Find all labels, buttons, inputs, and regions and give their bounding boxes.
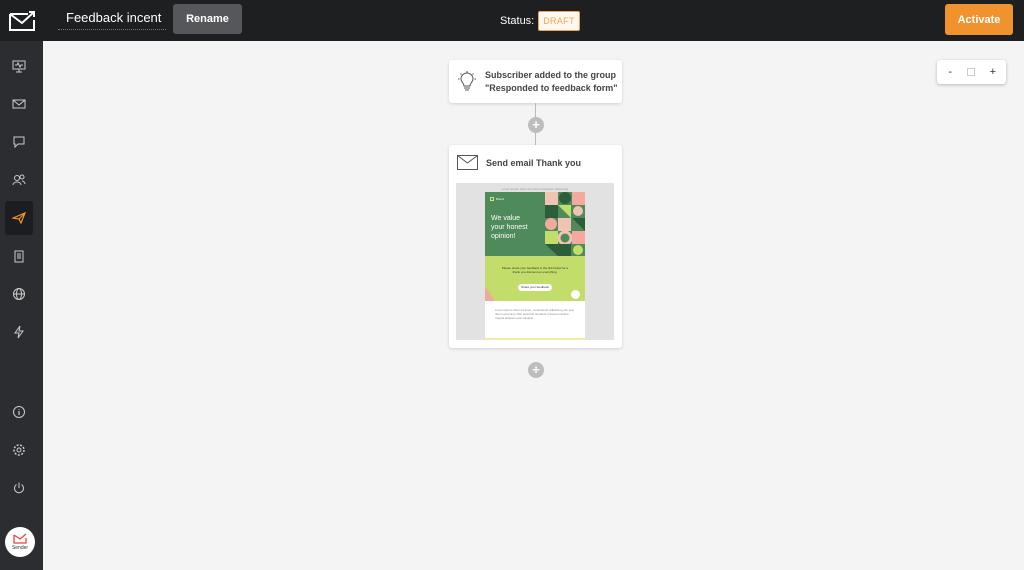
logo[interactable] [0, 0, 43, 41]
email-body-text: Lorem ipsum dolor sit amet, consectetur … [495, 308, 574, 320]
trigger-line-1: Subscriber added to the group [485, 69, 617, 80]
add-step-button[interactable]: + [528, 117, 544, 133]
zoom-controls: - + [937, 60, 1006, 84]
envelope-logo-icon [8, 10, 35, 31]
status-indicator: Status: DRAFT [500, 11, 580, 31]
preview-preheader: Lorem ipsum dolor sit amet consectetur a… [501, 187, 569, 191]
brand-name: Brand [496, 197, 505, 201]
rename-button[interactable]: Rename [173, 4, 242, 34]
decorative-circle [571, 290, 580, 299]
geometric-pattern-image [545, 192, 585, 256]
trigger-node[interactable]: Subscriber added to the group "Responded… [449, 60, 622, 103]
zoom-in-button[interactable]: + [984, 66, 1002, 78]
trigger-line-2: "Responded to feedback form" [485, 82, 618, 93]
connector-line [535, 133, 536, 145]
campaign-name-input[interactable] [58, 8, 166, 30]
email-feedback-section: Please share your feedback in the link b… [485, 256, 585, 301]
zoom-fit-icon[interactable] [967, 68, 976, 76]
hero-line-1: We value [491, 215, 521, 222]
chat-icon [13, 136, 25, 149]
sender-logo-icon [13, 533, 27, 544]
trigger-description: Subscriber added to the group "Responded… [485, 69, 618, 95]
email-step-header: Send email Thank you [457, 155, 581, 170]
envelope-icon [457, 155, 478, 170]
hero-heading: We value your honest opinion! [491, 214, 541, 241]
globe-icon [13, 288, 25, 300]
users-icon [12, 174, 26, 186]
hero-line-2: your honest [491, 224, 528, 231]
lightbulb-icon [458, 70, 476, 90]
envelope-icon [12, 99, 26, 109]
paper-plane-icon [12, 211, 26, 225]
sidebar-item-messages[interactable] [5, 125, 33, 159]
email-footer [485, 338, 585, 340]
sidebar-item-sites[interactable] [5, 277, 33, 311]
sidebar: Sender [0, 41, 43, 570]
sidebar-item-forms[interactable] [5, 239, 33, 273]
activate-button[interactable]: Activate [945, 4, 1013, 35]
sidebar-item-subscribers[interactable] [5, 163, 33, 197]
sidebar-item-integrations[interactable] [5, 315, 33, 349]
info-icon [13, 406, 25, 418]
workflow-canvas[interactable]: - + Subscriber added to the group "Respo… [43, 41, 1024, 570]
connector-line [535, 103, 536, 117]
add-step-button[interactable]: + [528, 362, 544, 378]
sidebar-item-campaigns[interactable] [5, 87, 33, 121]
sidebar-item-dashboard[interactable] [5, 49, 33, 83]
gear-icon [13, 444, 25, 456]
sidebar-item-automation[interactable] [5, 201, 33, 235]
clipboard-icon [14, 250, 24, 263]
sidebar-item-logout[interactable] [5, 471, 33, 505]
feedback-cta-button: Share your feedback [518, 284, 552, 291]
power-icon [14, 482, 24, 494]
top-bar: Rename Status: DRAFT Activate [0, 0, 1024, 41]
sidebar-item-settings[interactable] [5, 433, 33, 467]
hero-line-3: opinion! [491, 233, 516, 240]
email-hero: Brand We value your honest opinion! [485, 192, 585, 256]
email-step-node[interactable]: Send email Thank you Lorem ipsum dolor s… [449, 145, 622, 348]
email-preview[interactable]: Lorem ipsum dolor sit amet consectetur a… [456, 183, 614, 340]
account-avatar[interactable]: Sender [5, 527, 35, 557]
account-label: Sender [11, 545, 29, 551]
email-brand: Brand [490, 197, 504, 201]
monitor-icon [12, 60, 26, 73]
lightning-icon [14, 325, 24, 339]
email-template: Brand We value your honest opinion! Plea… [485, 192, 585, 340]
status-label: Status: [500, 15, 535, 27]
sidebar-item-info[interactable] [5, 395, 33, 429]
zoom-out-button[interactable]: - [941, 66, 959, 78]
status-badge: DRAFT [538, 11, 580, 31]
email-step-title: Send email Thank you [486, 157, 582, 168]
feedback-text: Please share your feedback in the link b… [501, 266, 569, 274]
brand-logo-icon [490, 197, 494, 201]
